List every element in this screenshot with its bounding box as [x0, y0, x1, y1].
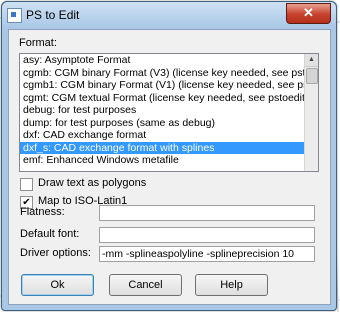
format-option-cgmb[interactable]: cgmb: CGM binary Format (V3) (license ke…	[20, 67, 306, 80]
title-bar[interactable]: PS to Edit ✕	[2, 2, 336, 28]
driver-options-input[interactable]: -mm -splineaspolyline -splineprecision 1…	[99, 246, 315, 262]
format-listbox[interactable]: asy: Asymptote Format cgmb: CGM binary F…	[19, 53, 319, 172]
default-font-label: Default font:	[20, 228, 80, 240]
format-option-debug[interactable]: debug: for test purposes	[20, 104, 306, 117]
scrollbar-thumb[interactable]	[306, 68, 318, 84]
format-label: Format:	[19, 37, 57, 49]
default-font-input[interactable]	[99, 227, 315, 243]
app-icon	[7, 8, 22, 23]
flatness-input[interactable]	[99, 205, 315, 221]
driver-options-label: Driver options:	[20, 247, 91, 259]
draw-text-as-polygons-checkbox[interactable]	[20, 178, 33, 191]
help-button[interactable]: Help	[195, 274, 268, 296]
draw-text-as-polygons-label: Draw text as polygons	[38, 177, 147, 189]
ok-button[interactable]: Ok	[21, 274, 94, 296]
scroll-up-arrow-icon[interactable]: ▲	[305, 54, 318, 67]
close-icon: ✕	[303, 5, 314, 20]
close-button[interactable]: ✕	[286, 3, 331, 24]
format-option-asy[interactable]: asy: Asymptote Format	[20, 54, 306, 67]
format-option-cgmt[interactable]: cgmt: CGM textual Format (license key ne…	[20, 92, 306, 105]
format-option-dxf[interactable]: dxf: CAD exchange format	[20, 129, 306, 142]
format-option-cgmb1[interactable]: cgmb1: CGM binary Format (V1) (license k…	[20, 79, 306, 92]
cancel-button[interactable]: Cancel	[109, 274, 182, 296]
listbox-scrollbar[interactable]: ▲	[304, 54, 318, 171]
format-option-dump[interactable]: dump: for test purposes (same as debug)	[20, 117, 306, 130]
format-option-emf[interactable]: emf: Enhanced Windows metafile	[20, 154, 306, 167]
window-title: PS to Edit	[26, 8, 80, 22]
flatness-label: Flatness:	[20, 206, 65, 218]
dialog-body: Format: asy: Asymptote Format cgmb: CGM …	[8, 29, 331, 305]
dialog-window: PS to Edit ✕ Format: asy: Asymptote Form…	[1, 1, 337, 311]
format-option-dxf-s[interactable]: dxf_s: CAD exchange format with splines	[20, 141, 306, 154]
